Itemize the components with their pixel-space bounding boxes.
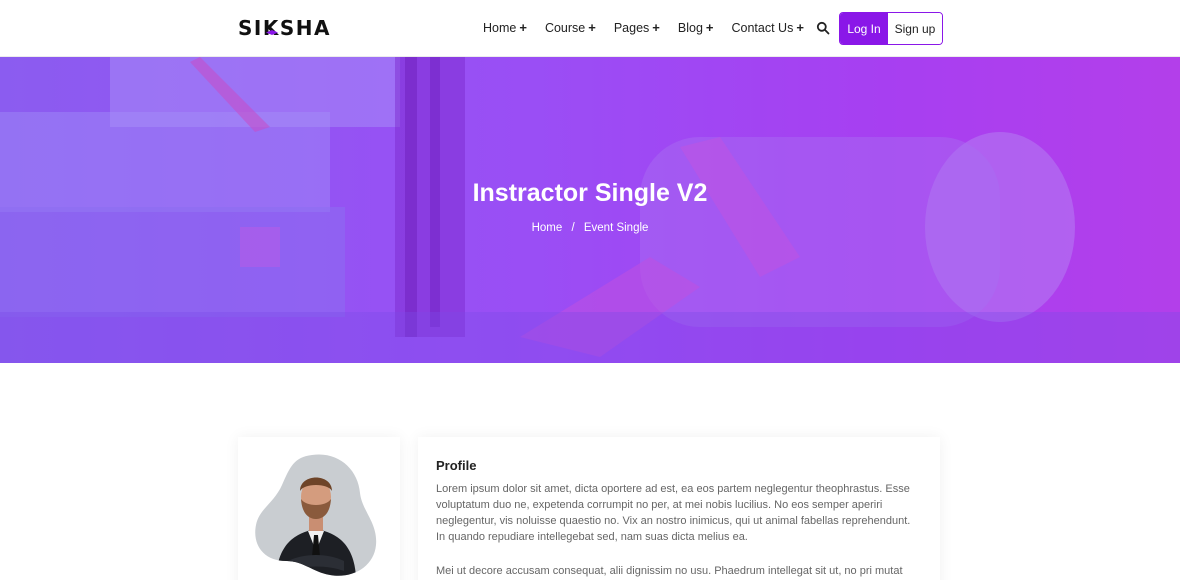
nav-item-label: Pages (613, 20, 650, 35)
hero-banner: Instractor Single V2 Home / Event Single (0, 57, 1180, 363)
plus-icon: + (796, 20, 804, 35)
nav-item-contact[interactable]: Contact Us + (732, 20, 804, 35)
nav-item-home[interactable]: Home + (483, 20, 527, 35)
nav-item-label: Course (544, 20, 586, 35)
profile-paragraph: Lorem ipsum dolor sit amet, dicta oporte… (436, 483, 911, 543)
nav-item-label: Home (483, 20, 517, 35)
logo-text: SIKSHA (238, 16, 331, 40)
graduation-cap-icon (266, 30, 278, 35)
login-button[interactable]: Log In (840, 13, 888, 44)
profile-card: Profile Lorem ipsum dolor sit amet, dict… (418, 437, 940, 580)
plus-icon: + (519, 20, 527, 35)
signup-button[interactable]: Sign up (888, 13, 942, 44)
nav-item-blog[interactable]: Blog + (678, 20, 714, 35)
logo[interactable]: SIKSHA (238, 16, 331, 40)
profile-heading: Profile (436, 458, 477, 473)
instructor-avatar-card (238, 437, 400, 580)
search-icon[interactable] (816, 21, 830, 35)
avatar (255, 454, 377, 576)
profile-paragraph: Mei ut decore accusam consequat, alii di… (436, 565, 903, 577)
nav-item-pages[interactable]: Pages + (614, 20, 660, 35)
breadcrumb: Home / Event Single (0, 222, 1180, 234)
breadcrumb-home-link[interactable]: Home (532, 222, 563, 234)
nav-item-course[interactable]: Course + (545, 20, 596, 35)
breadcrumb-current: Event Single (583, 222, 649, 234)
breadcrumb-separator: / (571, 222, 575, 234)
nav-item-label: Contact Us (731, 20, 794, 35)
plus-icon: + (705, 20, 714, 35)
main-nav: Home + Course + Pages + Blog + Contact U… (483, 20, 804, 35)
plus-icon: + (652, 20, 660, 35)
page-title: Instractor Single V2 (472, 179, 708, 207)
site-header: SIKSHA Home + Course + Pages + Blog + Co… (0, 0, 1180, 57)
nav-item-label: Blog (677, 20, 703, 35)
hero-background-image (0, 57, 1180, 363)
plus-icon: + (588, 20, 596, 35)
auth-buttons: Log In Sign up (839, 12, 943, 45)
